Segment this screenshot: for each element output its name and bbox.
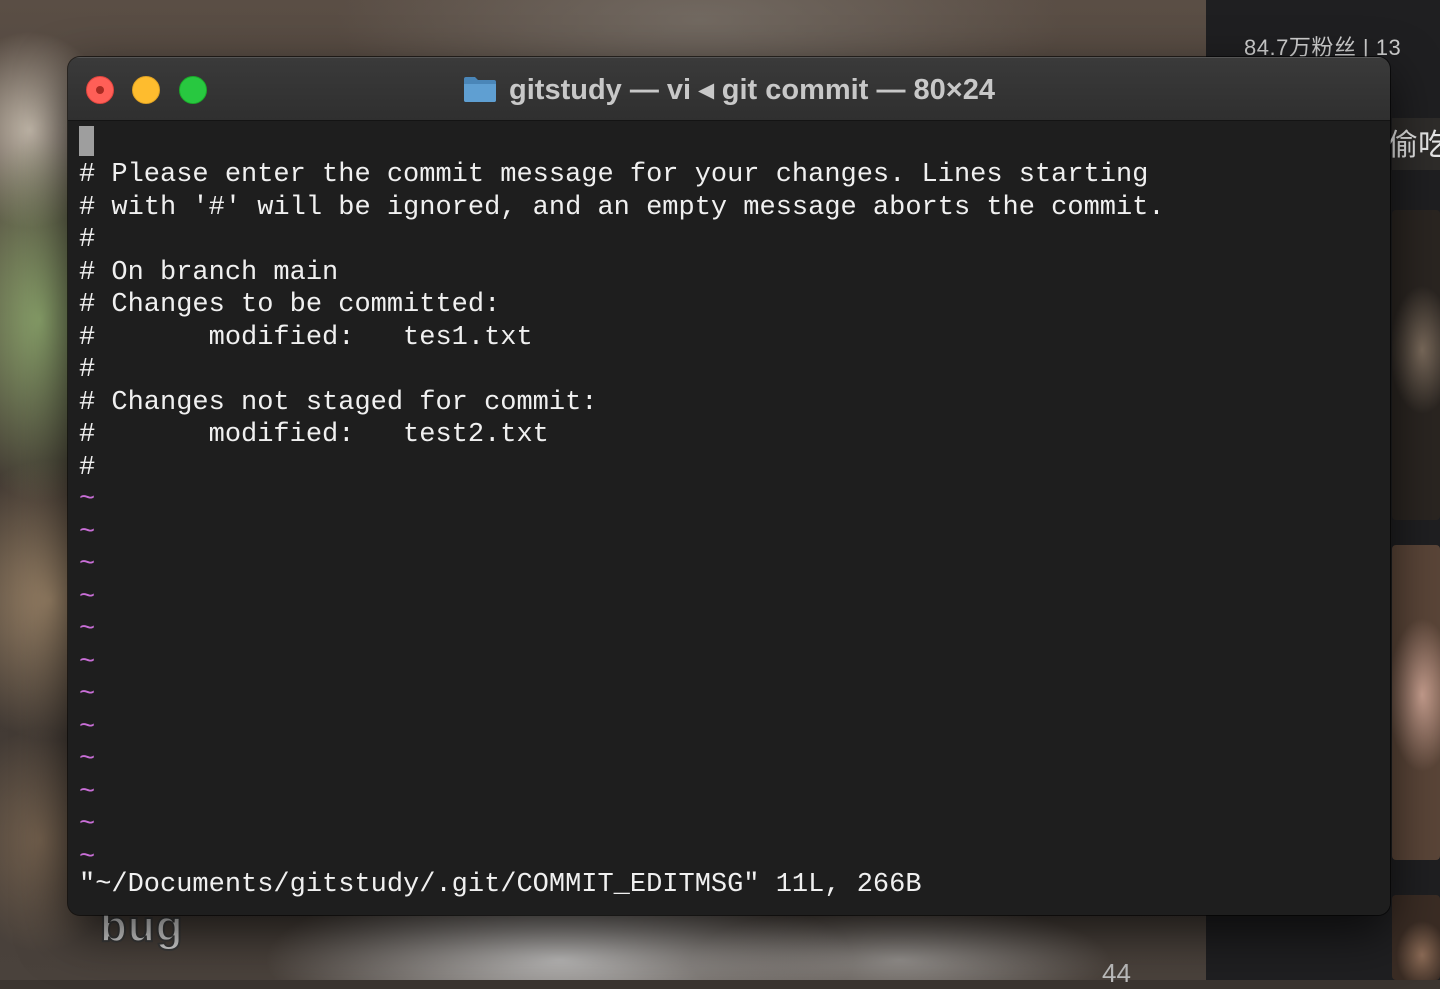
empty-line-marker: ~ — [79, 777, 96, 808]
empty-line-marker: ~ — [79, 712, 96, 743]
background-thumbnail — [1392, 895, 1440, 980]
window-title-group: gitstudy — vi ◂ git commit — 80×24 — [68, 58, 1390, 120]
empty-line-marker: ~ — [79, 550, 96, 580]
text-cursor — [79, 126, 94, 156]
empty-line-marker: ~ — [79, 745, 96, 775]
empty-line-marker: ~ — [79, 615, 96, 645]
buffer-line: # modified: test2.txt — [79, 420, 549, 450]
buffer-line: # Please enter the commit message for yo… — [79, 160, 1149, 190]
buffer-line: # Changes to be committed: — [79, 290, 501, 320]
empty-line-marker: ~ — [79, 810, 96, 840]
empty-line-marker: ~ — [79, 647, 96, 678]
vi-buffer[interactable]: # Please enter the commit message for yo… — [79, 159, 1165, 874]
terminal-content[interactable]: # Please enter the commit message for yo… — [68, 121, 1390, 915]
buffer-line: # On branch main — [79, 257, 339, 288]
empty-line-marker: ~ — [79, 517, 96, 548]
buffer-line: # — [79, 452, 96, 483]
buffer-line: # — [79, 355, 96, 385]
vi-status-line: "~/Documents/gitstudy/.git/COMMIT_EDITMS… — [79, 870, 922, 900]
folder-icon — [463, 75, 497, 103]
terminal-window[interactable]: gitstudy — vi ◂ git commit — 80×24 # Ple… — [68, 57, 1390, 915]
background-thumbnail — [1392, 545, 1440, 860]
title-bar[interactable]: gitstudy — vi ◂ git commit — 80×24 — [68, 57, 1390, 121]
empty-line-marker: ~ — [79, 485, 96, 515]
empty-line-marker: ~ — [79, 582, 96, 613]
buffer-line: # — [79, 225, 96, 255]
background-thumbnail — [1392, 210, 1440, 520]
buffer-line: # modified: tes1.txt — [79, 322, 533, 353]
background-side-text: 偷吃 — [1388, 129, 1440, 162]
background-count-text: 44 — [1102, 958, 1131, 988]
window-title: gitstudy — vi ◂ git commit — 80×24 — [509, 73, 995, 106]
buffer-line: # with '#' will be ignored, and an empty… — [79, 192, 1165, 223]
empty-line-marker: ~ — [79, 680, 96, 710]
buffer-line: # Changes not staged for commit: — [79, 387, 598, 418]
